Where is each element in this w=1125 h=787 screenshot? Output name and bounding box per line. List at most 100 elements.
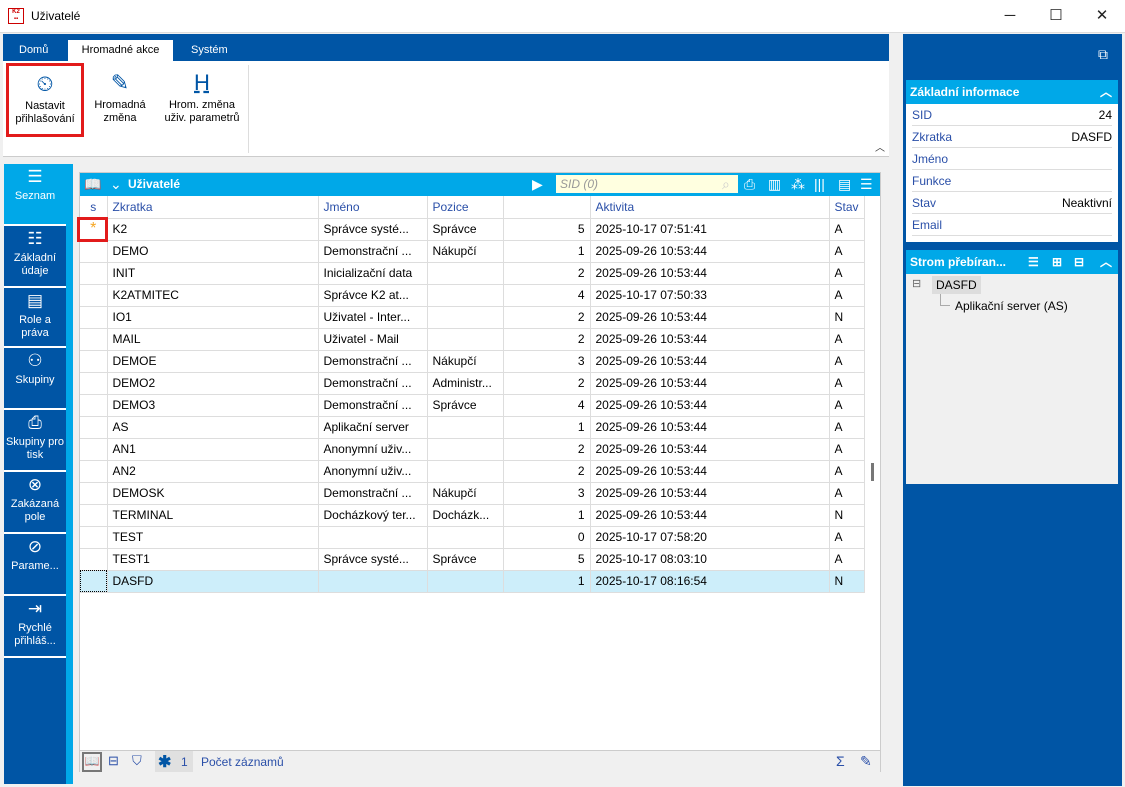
nav-item-forbidden-fields[interactable]: ⊗ Zakázaná pole — [4, 472, 66, 534]
scrollbar[interactable] — [871, 463, 874, 481]
column-header[interactable]: s — [80, 196, 108, 219]
table-row[interactable]: K2ATMITEC Správce K2 at... 4 2025-10-17 07:… — [80, 284, 865, 307]
tree-child[interactable]: Aplikační server (AS) — [955, 299, 1068, 313]
info-row: SID 24 — [912, 104, 1112, 126]
grid-header: 📖 ⌄ Uživatelé ▶ SID (0) ⌕ ⎙ ▥ ⁂ ||| ▤ ☰ — [80, 173, 880, 196]
cell-1: DASFD — [107, 570, 319, 593]
cell-0 — [80, 504, 108, 527]
tab-hromadne-akce[interactable]: Hromadné akce — [68, 40, 173, 61]
cubes-icon[interactable]: ⁂ — [791, 176, 805, 193]
roles-icon: ▤ — [26, 291, 44, 310]
record-count-button[interactable]: Počet záznamů — [201, 755, 284, 769]
column-header[interactable]: Jméno — [318, 196, 428, 219]
info-panel: SID 24 Zkratka DASFD Jméno Funkce Stav Neaktivn… — [906, 104, 1118, 242]
nav-item-parameters[interactable]: ⊘ Parame... — [4, 534, 66, 596]
grid-title: Uživatelé — [128, 177, 181, 191]
search-input[interactable]: SID (0) — [556, 175, 738, 193]
app-logo: K2 ▪▪ — [8, 8, 24, 24]
cell-2 — [318, 570, 428, 593]
edit-icon[interactable]: ✎ — [860, 753, 872, 770]
users-table: s Zkratka Jméno Pozice Aktivita Stav * K2 Správ… — [80, 196, 865, 593]
book-view-icon[interactable]: 📖 — [82, 752, 102, 772]
table-row[interactable]: DASFD 1 2025-10-17 08:16:54 N — [80, 570, 865, 593]
collapse-icon[interactable]: ︿ — [1100, 250, 1112, 274]
table-row[interactable]: TEST 0 2025-10-17 07:58:20 A — [80, 526, 865, 549]
tab-domu[interactable]: Domů — [7, 40, 60, 61]
cell-2: Demonstrační ... — [318, 350, 428, 373]
info-value: 24 — [1098, 108, 1112, 122]
play-icon[interactable]: ▶ — [532, 176, 543, 193]
nav-item-list[interactable]: ☰ Seznam — [4, 164, 66, 226]
marked-records[interactable]: ✱ 1 — [155, 751, 193, 772]
right-panel: ⧉ Základní informace ︿ SID 24 Zkratka DASFD… — [903, 34, 1122, 786]
table-row[interactable]: AN1 Anonymní uživ... 2 2025-09-26 10:53:44 A — [80, 438, 865, 461]
table-row[interactable]: DEMO3 Demonstrační ... Správce 4 2025-09-26 … — [80, 394, 865, 417]
table-row[interactable]: DEMO2 Demonstrační ... Administr... 2 2025-0… — [80, 372, 865, 395]
cell-4: 2 — [503, 438, 591, 461]
info-label: Zkratka — [912, 130, 953, 144]
close-button[interactable]: ✕ — [1079, 0, 1125, 32]
nav-label: Skupiny pro tisk — [5, 436, 65, 461]
cell-3: Docházk... — [427, 504, 504, 527]
chart-icon[interactable]: ▥ — [768, 176, 781, 193]
nav-item-roles[interactable]: ▤ Role a práva — [4, 288, 66, 348]
table-row[interactable]: DEMO Demonstrační ... Nákupčí 1 2025-09-26 1… — [80, 240, 865, 263]
cell-1: DEMOE — [107, 350, 319, 373]
cell-3: Správce — [427, 394, 504, 417]
tree-collapse-icon[interactable]: ⊟ — [912, 277, 921, 290]
cell-2: Správce systé... — [318, 218, 428, 241]
collapse-ribbon-icon[interactable]: ︿ — [875, 139, 885, 154]
maximize-button[interactable]: ☐ — [1033, 0, 1079, 32]
print-icon[interactable]: ⎙ — [744, 176, 755, 193]
collapse-all-icon[interactable]: ⊟ — [1074, 250, 1084, 274]
table-row[interactable]: AS Aplikační server 1 2025-09-26 10:53:44 A — [80, 416, 865, 439]
book-icon[interactable]: 📖 — [84, 176, 101, 193]
archive-icon[interactable]: ⊟ — [108, 753, 119, 769]
table-row[interactable]: TEST1 Správce systé... Správce 5 2025-10-17 … — [80, 548, 865, 571]
columns-icon[interactable]: ||| — [814, 176, 825, 192]
search-icon[interactable]: ⌕ — [722, 176, 730, 193]
bulk-change-button[interactable]: ✎ Hromadná změna — [87, 65, 153, 125]
menu-icon[interactable]: ☰ — [860, 176, 873, 193]
table-row[interactable]: DEMOSK Demonstrační ... Nákupčí 3 2025-09-26… — [80, 482, 865, 505]
column-header[interactable] — [503, 196, 591, 219]
table-row[interactable]: IO1 Uživatel - Inter... 2 2025-09-26 10:53:… — [80, 306, 865, 329]
tree-root[interactable]: DASFD — [932, 276, 981, 294]
nav-item-quick-login[interactable]: ⇥ Rychlé přihláš... — [4, 596, 66, 658]
table-row[interactable]: MAIL Uživatel - Mail 2 2025-09-26 10:53:44 A — [80, 328, 865, 351]
excel-icon[interactable]: ▤ — [838, 176, 851, 193]
popout-icon[interactable]: ⧉ — [1098, 46, 1108, 63]
column-header[interactable]: Aktivita — [590, 196, 830, 219]
table-row[interactable]: TERMINAL Docházkový ter... Docházk... 1 2025… — [80, 504, 865, 527]
nav-item-print-groups[interactable]: ⎙ Skupiny pro tisk — [4, 410, 66, 472]
nav-item-details[interactable]: ☷ Základní údaje — [4, 226, 66, 288]
bulk-param-change-button[interactable]: H Hrom. změna uživ. parametrů — [157, 65, 247, 125]
table-row[interactable]: DEMOE Demonstrační ... Nákupčí 3 2025-09-26 … — [80, 350, 865, 373]
tab-system[interactable]: Systém — [179, 40, 240, 61]
collapse-icon[interactable]: ︿ — [1100, 80, 1112, 104]
chevron-down-icon[interactable]: ⌄ — [110, 176, 122, 193]
cell-1: INIT — [107, 262, 319, 285]
pencil-icon: ✎ — [110, 69, 130, 95]
info-value: DASFD — [1071, 130, 1112, 144]
column-header[interactable]: Pozice — [427, 196, 504, 219]
table-row[interactable]: INIT Inicializační data 2 2025-09-26 10:53:… — [80, 262, 865, 285]
set-login-button[interactable]: ⏲ Nastavit přihlašování — [6, 63, 84, 137]
expand-all-icon[interactable]: ⊞ — [1052, 250, 1062, 274]
table-row[interactable]: * K2 Správce systé... Správce 5 2025-10-17 07… — [80, 218, 865, 241]
sum-icon[interactable]: Σ — [836, 753, 845, 769]
cell-3 — [427, 328, 504, 351]
menu-icon[interactable]: ☰ — [1028, 250, 1039, 274]
filter-icon[interactable]: ⛉ — [132, 753, 142, 769]
cell-5: 2025-09-26 10:53:44 — [590, 306, 830, 329]
column-header[interactable]: Zkratka — [107, 196, 319, 219]
nav-item-groups[interactable]: ⚇ Skupiny — [4, 348, 66, 410]
cell-5: 2025-09-26 10:53:44 — [590, 240, 830, 263]
column-header[interactable]: Stav — [829, 196, 865, 219]
table-row[interactable]: AN2 Anonymní uživ... 2 2025-09-26 10:53:44 A — [80, 460, 865, 483]
minimize-button[interactable]: ─ — [987, 0, 1033, 32]
cell-1: K2ATMITEC — [107, 284, 319, 307]
cell-0 — [80, 416, 108, 439]
h-parameter-icon: H — [194, 69, 210, 95]
cell-0 — [80, 372, 108, 395]
